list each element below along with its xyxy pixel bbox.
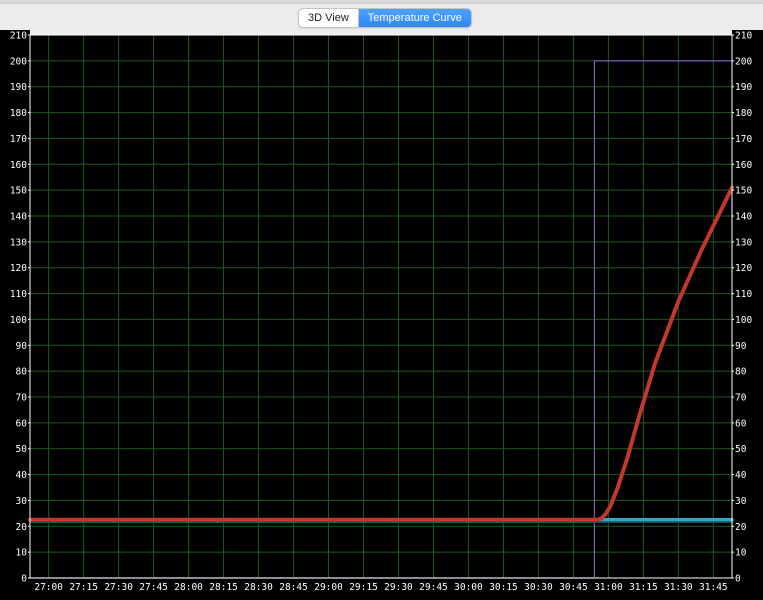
x-tick-label: 27:30 (104, 582, 133, 593)
y-tick-label-left: 130 (10, 237, 27, 248)
tab-3d-view[interactable]: 3D View (299, 9, 358, 27)
y-tick-label-right: 130 (735, 237, 752, 248)
y-tick-label-left: 0 (21, 574, 27, 585)
y-tick-label-left: 100 (10, 315, 27, 326)
y-tick-label-left: 80 (16, 367, 28, 378)
y-tick-label-left: 170 (10, 134, 27, 145)
y-tick-label-right: 30 (735, 496, 747, 507)
plot-background (30, 35, 732, 578)
y-tick-label-right: 180 (735, 108, 752, 119)
x-tick-label: 30:45 (559, 582, 588, 593)
y-tick-label-left: 110 (10, 289, 27, 300)
view-segmented-control: 3D View Temperature Curve (298, 8, 472, 28)
y-tick-label-right: 110 (735, 289, 752, 300)
tab-temperature-curve[interactable]: Temperature Curve (357, 9, 471, 27)
y-tick-label-left: 50 (16, 444, 28, 455)
y-tick-label-right: 80 (735, 367, 747, 378)
y-tick-label-right: 20 (735, 522, 747, 533)
temperature-chart: 0 0 10 10 20 20 30 30 40 40 50 50 60 60 70 70 80 80 90 90 10… (0, 30, 763, 600)
x-tick-label: 28:30 (244, 582, 273, 593)
x-tick-label: 29:45 (419, 582, 448, 593)
x-tick-label: 29:30 (384, 582, 413, 593)
y-tick-label-right: 160 (735, 160, 752, 171)
temperature-window: 3D View Temperature Curve 0 0 10 10 20 20 30 30… (0, 0, 763, 600)
y-tick-label-right: 190 (735, 82, 752, 93)
y-tick-label-left: 70 (16, 393, 28, 404)
y-tick-label-right: 60 (735, 418, 747, 429)
x-tick-label: 29:00 (314, 582, 343, 593)
y-tick-label-right: 150 (735, 186, 752, 197)
y-tick-label-right: 0 (735, 574, 741, 585)
y-tick-label-left: 200 (10, 56, 27, 67)
y-tick-label-left: 10 (16, 548, 28, 559)
y-tick-label-right: 70 (735, 393, 747, 404)
y-tick-label-right: 100 (735, 315, 752, 326)
y-tick-label-left: 40 (16, 470, 28, 481)
x-tick-label: 28:45 (279, 582, 308, 593)
y-tick-label-right: 90 (735, 341, 747, 352)
temperature-chart-panel: 0 0 10 10 20 20 30 30 40 40 50 50 60 60 70 70 80 80 90 90 10… (0, 30, 763, 600)
y-tick-label-left: 20 (16, 522, 28, 533)
y-tick-label-right: 210 (735, 31, 752, 42)
x-tick-label: 28:00 (174, 582, 203, 593)
x-tick-label: 27:45 (139, 582, 168, 593)
y-tick-label-left: 90 (16, 341, 28, 352)
y-tick-label-left: 210 (10, 31, 27, 42)
x-tick-label: 31:30 (664, 582, 693, 593)
x-tick-label: 30:15 (489, 582, 518, 593)
y-tick-label-left: 180 (10, 108, 27, 119)
y-tick-label-left: 120 (10, 263, 27, 274)
y-tick-label-left: 140 (10, 212, 27, 223)
x-tick-label: 30:00 (454, 582, 483, 593)
x-tick-label: 31:00 (594, 582, 623, 593)
y-tick-label-right: 140 (735, 212, 752, 223)
y-tick-label-left: 30 (16, 496, 28, 507)
y-tick-label-left: 190 (10, 82, 27, 93)
x-tick-label: 28:15 (209, 582, 238, 593)
x-tick-label: 31:45 (699, 582, 728, 593)
y-tick-label-right: 40 (735, 470, 747, 481)
x-tick-label: 29:15 (349, 582, 378, 593)
x-tick-label: 30:30 (524, 582, 553, 593)
y-tick-label-left: 60 (16, 418, 28, 429)
window-top-edge (0, 0, 763, 4)
y-tick-label-right: 200 (735, 56, 752, 67)
y-tick-label-left: 150 (10, 186, 27, 197)
y-tick-label-left: 160 (10, 160, 27, 171)
y-tick-label-right: 10 (735, 548, 747, 559)
x-tick-label: 27:00 (34, 582, 63, 593)
y-tick-label-right: 170 (735, 134, 752, 145)
y-tick-label-right: 120 (735, 263, 752, 274)
x-tick-label: 27:15 (69, 582, 98, 593)
x-tick-label: 31:15 (629, 582, 658, 593)
y-tick-label-right: 50 (735, 444, 747, 455)
